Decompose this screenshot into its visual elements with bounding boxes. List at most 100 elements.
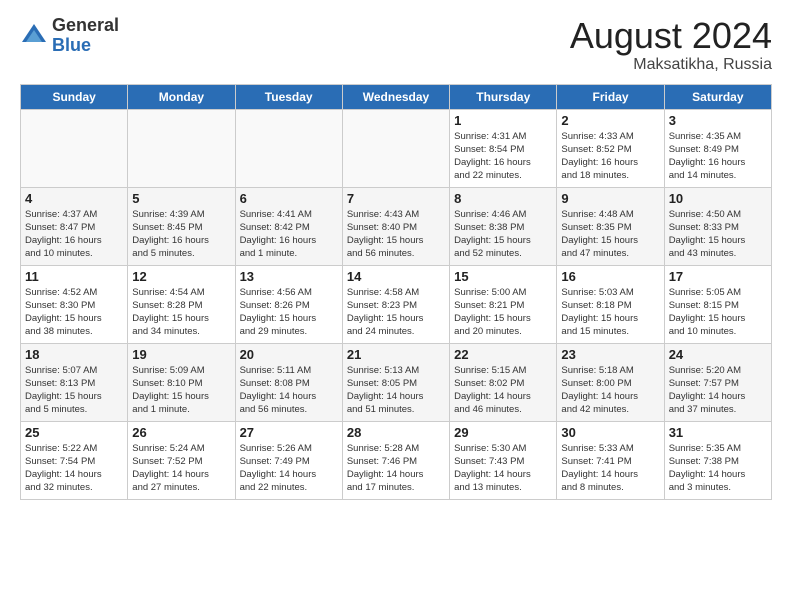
day-number: 14 [347,269,445,284]
logo-text: General Blue [52,16,119,56]
day-info: Sunrise: 4:50 AM Sunset: 8:33 PM Dayligh… [669,208,767,261]
col-wednesday: Wednesday [342,84,449,109]
day-info: Sunrise: 5:13 AM Sunset: 8:05 PM Dayligh… [347,364,445,417]
day-number: 31 [669,425,767,440]
day-number: 30 [561,425,659,440]
table-row: 21 Sunrise: 5:13 AM Sunset: 8:05 PM Dayli… [342,343,449,421]
calendar-header-row: Sunday Monday Tuesday Wednesday Thursday… [21,84,772,109]
day-info: Sunrise: 4:33 AM Sunset: 8:52 PM Dayligh… [561,130,659,183]
day-number: 24 [669,347,767,362]
day-info: Sunrise: 4:56 AM Sunset: 8:26 PM Dayligh… [240,286,338,339]
day-number: 10 [669,191,767,206]
table-row: 24 Sunrise: 5:20 AM Sunset: 7:57 PM Dayli… [664,343,771,421]
table-row: 29 Sunrise: 5:30 AM Sunset: 7:43 PM Dayli… [450,421,557,499]
day-number: 19 [132,347,230,362]
day-info: Sunrise: 4:31 AM Sunset: 8:54 PM Dayligh… [454,130,552,183]
day-info: Sunrise: 5:09 AM Sunset: 8:10 PM Dayligh… [132,364,230,417]
day-info: Sunrise: 5:22 AM Sunset: 7:54 PM Dayligh… [25,442,123,495]
day-number: 27 [240,425,338,440]
table-row: 17 Sunrise: 5:05 AM Sunset: 8:15 PM Dayli… [664,265,771,343]
location: Maksatikha, Russia [570,56,772,74]
day-number: 3 [669,113,767,128]
day-info: Sunrise: 5:00 AM Sunset: 8:21 PM Dayligh… [454,286,552,339]
day-number: 20 [240,347,338,362]
day-number: 7 [347,191,445,206]
day-info: Sunrise: 5:05 AM Sunset: 8:15 PM Dayligh… [669,286,767,339]
table-row: 30Sunrise: 5:33 AM Sunset: 7:41 PM Dayli… [557,421,664,499]
table-row: 19 Sunrise: 5:09 AM Sunset: 8:10 PM Dayli… [128,343,235,421]
calendar-week-row: 25Sunrise: 5:22 AM Sunset: 7:54 PM Dayli… [21,421,772,499]
day-info: Sunrise: 5:30 AM Sunset: 7:43 PM Dayligh… [454,442,552,495]
table-row: 13 Sunrise: 4:56 AM Sunset: 8:26 PM Dayli… [235,265,342,343]
day-info: Sunrise: 4:52 AM Sunset: 8:30 PM Dayligh… [25,286,123,339]
day-info: Sunrise: 5:28 AM Sunset: 7:46 PM Dayligh… [347,442,445,495]
table-row: 3 Sunrise: 4:35 AM Sunset: 8:49 PM Daylig… [664,109,771,187]
day-number: 29 [454,425,552,440]
col-sunday: Sunday [21,84,128,109]
day-number: 21 [347,347,445,362]
month-title: August 2024 [570,16,772,56]
day-number: 23 [561,347,659,362]
table-row: 7 Sunrise: 4:43 AM Sunset: 8:40 PM Daylig… [342,187,449,265]
day-info: Sunrise: 4:54 AM Sunset: 8:28 PM Dayligh… [132,286,230,339]
calendar-week-row: 18 Sunrise: 5:07 AM Sunset: 8:13 PM Dayli… [21,343,772,421]
day-number: 1 [454,113,552,128]
table-row [342,109,449,187]
day-number: 13 [240,269,338,284]
day-info: Sunrise: 5:24 AM Sunset: 7:52 PM Dayligh… [132,442,230,495]
day-info: Sunrise: 4:48 AM Sunset: 8:35 PM Dayligh… [561,208,659,261]
table-row: 31 Sunrise: 5:35 AM Sunset: 7:38 PM Dayli… [664,421,771,499]
header: General Blue August 2024 Maksatikha, Rus… [20,16,772,74]
day-number: 26 [132,425,230,440]
table-row: 8Sunrise: 4:46 AM Sunset: 8:38 PM Daylig… [450,187,557,265]
day-info: Sunrise: 5:18 AM Sunset: 8:00 PM Dayligh… [561,364,659,417]
day-number: 6 [240,191,338,206]
table-row: 4Sunrise: 4:37 AM Sunset: 8:47 PM Daylig… [21,187,128,265]
day-info: Sunrise: 4:39 AM Sunset: 8:45 PM Dayligh… [132,208,230,261]
title-block: August 2024 Maksatikha, Russia [570,16,772,74]
table-row: 12Sunrise: 4:54 AM Sunset: 8:28 PM Dayli… [128,265,235,343]
day-info: Sunrise: 4:46 AM Sunset: 8:38 PM Dayligh… [454,208,552,261]
table-row: 14 Sunrise: 4:58 AM Sunset: 8:23 PM Dayli… [342,265,449,343]
day-number: 17 [669,269,767,284]
col-thursday: Thursday [450,84,557,109]
table-row: 26 Sunrise: 5:24 AM Sunset: 7:52 PM Dayli… [128,421,235,499]
table-row: 22 Sunrise: 5:15 AM Sunset: 8:02 PM Dayli… [450,343,557,421]
day-number: 4 [25,191,123,206]
table-row [235,109,342,187]
day-info: Sunrise: 4:58 AM Sunset: 8:23 PM Dayligh… [347,286,445,339]
table-row: 2 Sunrise: 4:33 AM Sunset: 8:52 PM Daylig… [557,109,664,187]
day-number: 22 [454,347,552,362]
table-row: 23 Sunrise: 5:18 AM Sunset: 8:00 PM Dayli… [557,343,664,421]
day-info: Sunrise: 5:07 AM Sunset: 8:13 PM Dayligh… [25,364,123,417]
day-number: 9 [561,191,659,206]
day-number: 2 [561,113,659,128]
day-number: 5 [132,191,230,206]
calendar-table: Sunday Monday Tuesday Wednesday Thursday… [20,84,772,500]
logo-icon [20,22,48,50]
table-row: 20Sunrise: 5:11 AM Sunset: 8:08 PM Dayli… [235,343,342,421]
day-info: Sunrise: 4:43 AM Sunset: 8:40 PM Dayligh… [347,208,445,261]
day-number: 16 [561,269,659,284]
day-number: 11 [25,269,123,284]
day-info: Sunrise: 5:20 AM Sunset: 7:57 PM Dayligh… [669,364,767,417]
table-row: 1 Sunrise: 4:31 AM Sunset: 8:54 PM Daylig… [450,109,557,187]
table-row: 15Sunrise: 5:00 AM Sunset: 8:21 PM Dayli… [450,265,557,343]
col-friday: Friday [557,84,664,109]
table-row: 10 Sunrise: 4:50 AM Sunset: 8:33 PM Dayli… [664,187,771,265]
table-row: 16Sunrise: 5:03 AM Sunset: 8:18 PM Dayli… [557,265,664,343]
table-row: 6Sunrise: 4:41 AM Sunset: 8:42 PM Daylig… [235,187,342,265]
day-number: 18 [25,347,123,362]
table-row [128,109,235,187]
table-row: 11 Sunrise: 4:52 AM Sunset: 8:30 PM Dayli… [21,265,128,343]
page: General Blue August 2024 Maksatikha, Rus… [0,0,792,612]
calendar-week-row: 1 Sunrise: 4:31 AM Sunset: 8:54 PM Daylig… [21,109,772,187]
day-info: Sunrise: 4:35 AM Sunset: 8:49 PM Dayligh… [669,130,767,183]
table-row: 5 Sunrise: 4:39 AM Sunset: 8:45 PM Daylig… [128,187,235,265]
table-row: 25Sunrise: 5:22 AM Sunset: 7:54 PM Dayli… [21,421,128,499]
day-info: Sunrise: 5:35 AM Sunset: 7:38 PM Dayligh… [669,442,767,495]
day-number: 28 [347,425,445,440]
calendar-week-row: 11 Sunrise: 4:52 AM Sunset: 8:30 PM Dayli… [21,265,772,343]
col-saturday: Saturday [664,84,771,109]
day-info: Sunrise: 5:15 AM Sunset: 8:02 PM Dayligh… [454,364,552,417]
